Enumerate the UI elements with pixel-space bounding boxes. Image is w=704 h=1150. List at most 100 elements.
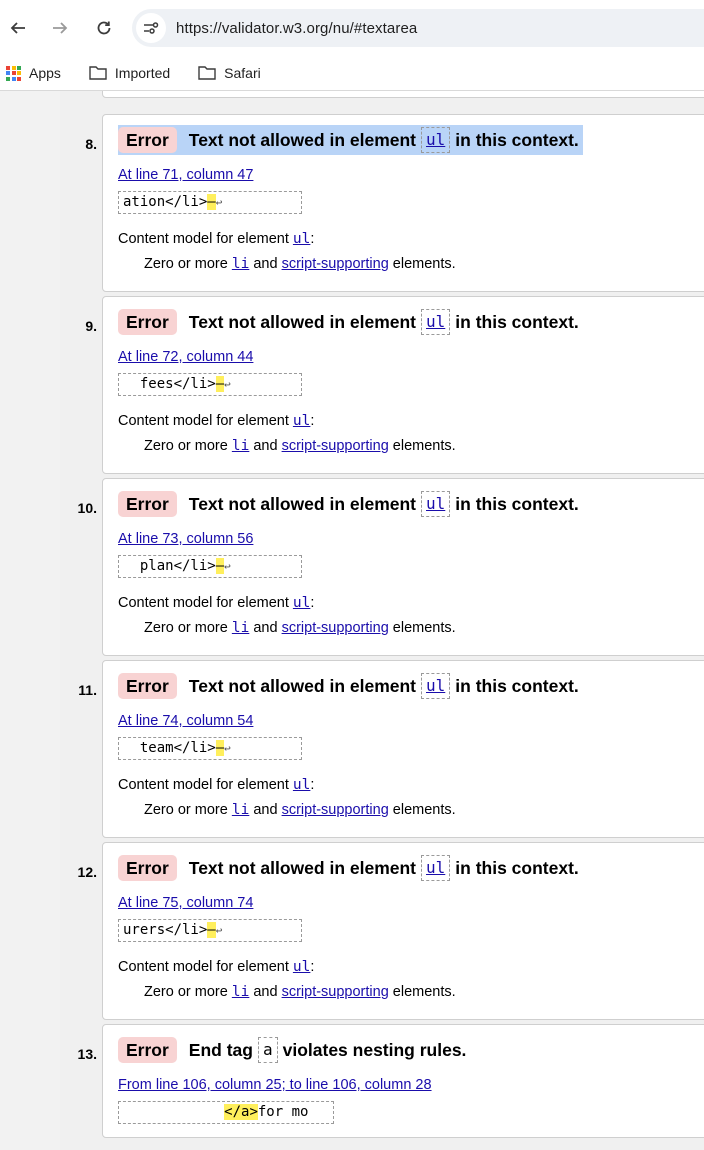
li-link[interactable]: li: [232, 256, 249, 272]
element-link[interactable]: ul: [426, 312, 445, 331]
message-text: violates nesting rules.: [282, 1039, 467, 1060]
return-icon: ↩: [224, 378, 231, 391]
script-supporting-link[interactable]: script-supporting: [282, 438, 389, 454]
extract-text: [123, 1104, 224, 1120]
message-text: Text not allowed in element: [188, 129, 417, 150]
bookmark-imported[interactable]: Imported: [89, 65, 170, 81]
content-model-text: and: [253, 256, 278, 272]
error-message-card: Error Text not allowed in element ul in …: [102, 660, 704, 838]
return-icon: ↩: [215, 924, 223, 937]
message-text: in this context.: [455, 129, 579, 150]
element-link[interactable]: ul: [426, 676, 445, 695]
script-supporting-link[interactable]: script-supporting: [282, 802, 389, 818]
browser-toolbar: https://validator.w3.org/nu/#textarea: [0, 0, 704, 56]
page-content: 8. Error Text not allowed in element ul …: [0, 91, 704, 1150]
content-model-text: elements.: [392, 256, 456, 272]
location-link[interactable]: At line 73, column 56: [118, 531, 253, 547]
error-message-card: Error Text not allowed in element ul in …: [102, 478, 704, 656]
message-heading: Error Text not allowed in element ul in …: [118, 307, 579, 337]
code-extract: team</li>–↩: [118, 737, 302, 760]
location-link[interactable]: At line 74, column 54: [118, 713, 253, 729]
code-extract: fees</li>–↩: [118, 373, 302, 396]
content-model-text: elements.: [392, 620, 456, 636]
content-model-text: elements.: [392, 984, 456, 1000]
content-model-text: Zero or more: [144, 984, 228, 1000]
extract-text: urers</li>: [123, 922, 208, 938]
content-model-text: Content model for element: [118, 595, 289, 611]
content-model-label: Content model for element ul:: [118, 413, 314, 429]
error-badge: Error: [118, 491, 177, 517]
error-message-card: Error End tag a violates nesting rules. …: [102, 1024, 704, 1138]
bookmark-apps[interactable]: Apps: [6, 65, 61, 81]
site-info-icon[interactable]: [136, 13, 166, 43]
element-link[interactable]: ul: [426, 494, 445, 513]
content-model-text: and: [253, 620, 278, 636]
back-arrow-icon[interactable]: [4, 14, 32, 42]
extract-text: fees</li>: [123, 376, 216, 392]
address-bar[interactable]: https://validator.w3.org/nu/#textarea: [132, 9, 704, 47]
element-code-box: a: [257, 1037, 278, 1063]
location-link[interactable]: At line 71, column 47: [118, 167, 253, 183]
element-code-box: ul: [421, 855, 451, 881]
message-number: 9.: [85, 318, 97, 334]
li-link[interactable]: li: [232, 802, 249, 818]
element-code-box: ul: [421, 127, 451, 153]
code-extract: plan</li>–↩: [118, 555, 302, 578]
code-extract: urers</li>–↩: [118, 919, 302, 942]
message-number: 10.: [77, 500, 97, 516]
error-message-card: Error Text not allowed in element ul in …: [102, 114, 704, 292]
colon: :: [310, 777, 315, 793]
content-model-label: Content model for element ul:: [118, 777, 314, 793]
forward-arrow-icon[interactable]: [46, 14, 74, 42]
left-gutter: [0, 91, 60, 1150]
element-link[interactable]: ul: [293, 413, 310, 429]
li-link[interactable]: li: [232, 438, 249, 454]
bookmark-label: Apps: [29, 65, 61, 81]
error-badge: Error: [118, 309, 177, 335]
content-model-text: and: [253, 438, 278, 454]
li-link[interactable]: li: [232, 620, 249, 636]
error-badge: Error: [118, 855, 177, 881]
element-link[interactable]: ul: [293, 777, 310, 793]
content-model-description: Zero or more li and script-supporting el…: [144, 802, 456, 818]
content-model-description: Zero or more li and script-supporting el…: [144, 620, 456, 636]
element-code-box: ul: [421, 309, 451, 335]
bookmark-safari[interactable]: Safari: [198, 65, 261, 81]
content-model-text: elements.: [392, 802, 456, 818]
extract-highlight: –: [215, 558, 225, 574]
script-supporting-link[interactable]: script-supporting: [282, 620, 389, 636]
location-link[interactable]: From line 106, column 25; to line 106, c…: [118, 1077, 432, 1093]
location-link[interactable]: At line 72, column 44: [118, 349, 253, 365]
li-link[interactable]: li: [232, 984, 249, 1000]
message-number: 12.: [77, 864, 97, 880]
code-extract: ation</li>–↩: [118, 191, 302, 214]
script-supporting-link[interactable]: script-supporting: [282, 256, 389, 272]
bookmarks-bar: Apps Imported Safari: [0, 56, 704, 91]
content-model-text: and: [253, 984, 278, 1000]
message-text: in this context.: [455, 311, 579, 332]
error-badge: Error: [118, 673, 177, 699]
extract-highlight: –: [215, 740, 225, 756]
reload-icon[interactable]: [90, 14, 118, 42]
url-text[interactable]: https://validator.w3.org/nu/#textarea: [176, 20, 417, 37]
error-message-card: Error Text not allowed in element ul in …: [102, 296, 704, 474]
content-model-label: Content model for element ul:: [118, 231, 314, 247]
element-link[interactable]: ul: [293, 595, 310, 611]
extract-highlight: –: [207, 194, 216, 210]
colon: :: [310, 231, 315, 247]
element-link[interactable]: ul: [426, 130, 445, 149]
message-text: in this context.: [455, 857, 579, 878]
element-link[interactable]: ul: [293, 231, 310, 247]
colon: :: [310, 959, 315, 975]
location-link[interactable]: At line 75, column 74: [118, 895, 253, 911]
element-link[interactable]: ul: [293, 959, 310, 975]
previous-message-card: [102, 91, 704, 98]
message-text: Text not allowed in element: [188, 675, 417, 696]
content-model-text: elements.: [392, 438, 456, 454]
element-code-box: ul: [421, 491, 451, 517]
element-name: a: [262, 1040, 273, 1059]
message-text: Text not allowed in element: [188, 857, 417, 878]
script-supporting-link[interactable]: script-supporting: [282, 984, 389, 1000]
element-link[interactable]: ul: [426, 858, 445, 877]
bookmark-label: Imported: [114, 65, 171, 81]
